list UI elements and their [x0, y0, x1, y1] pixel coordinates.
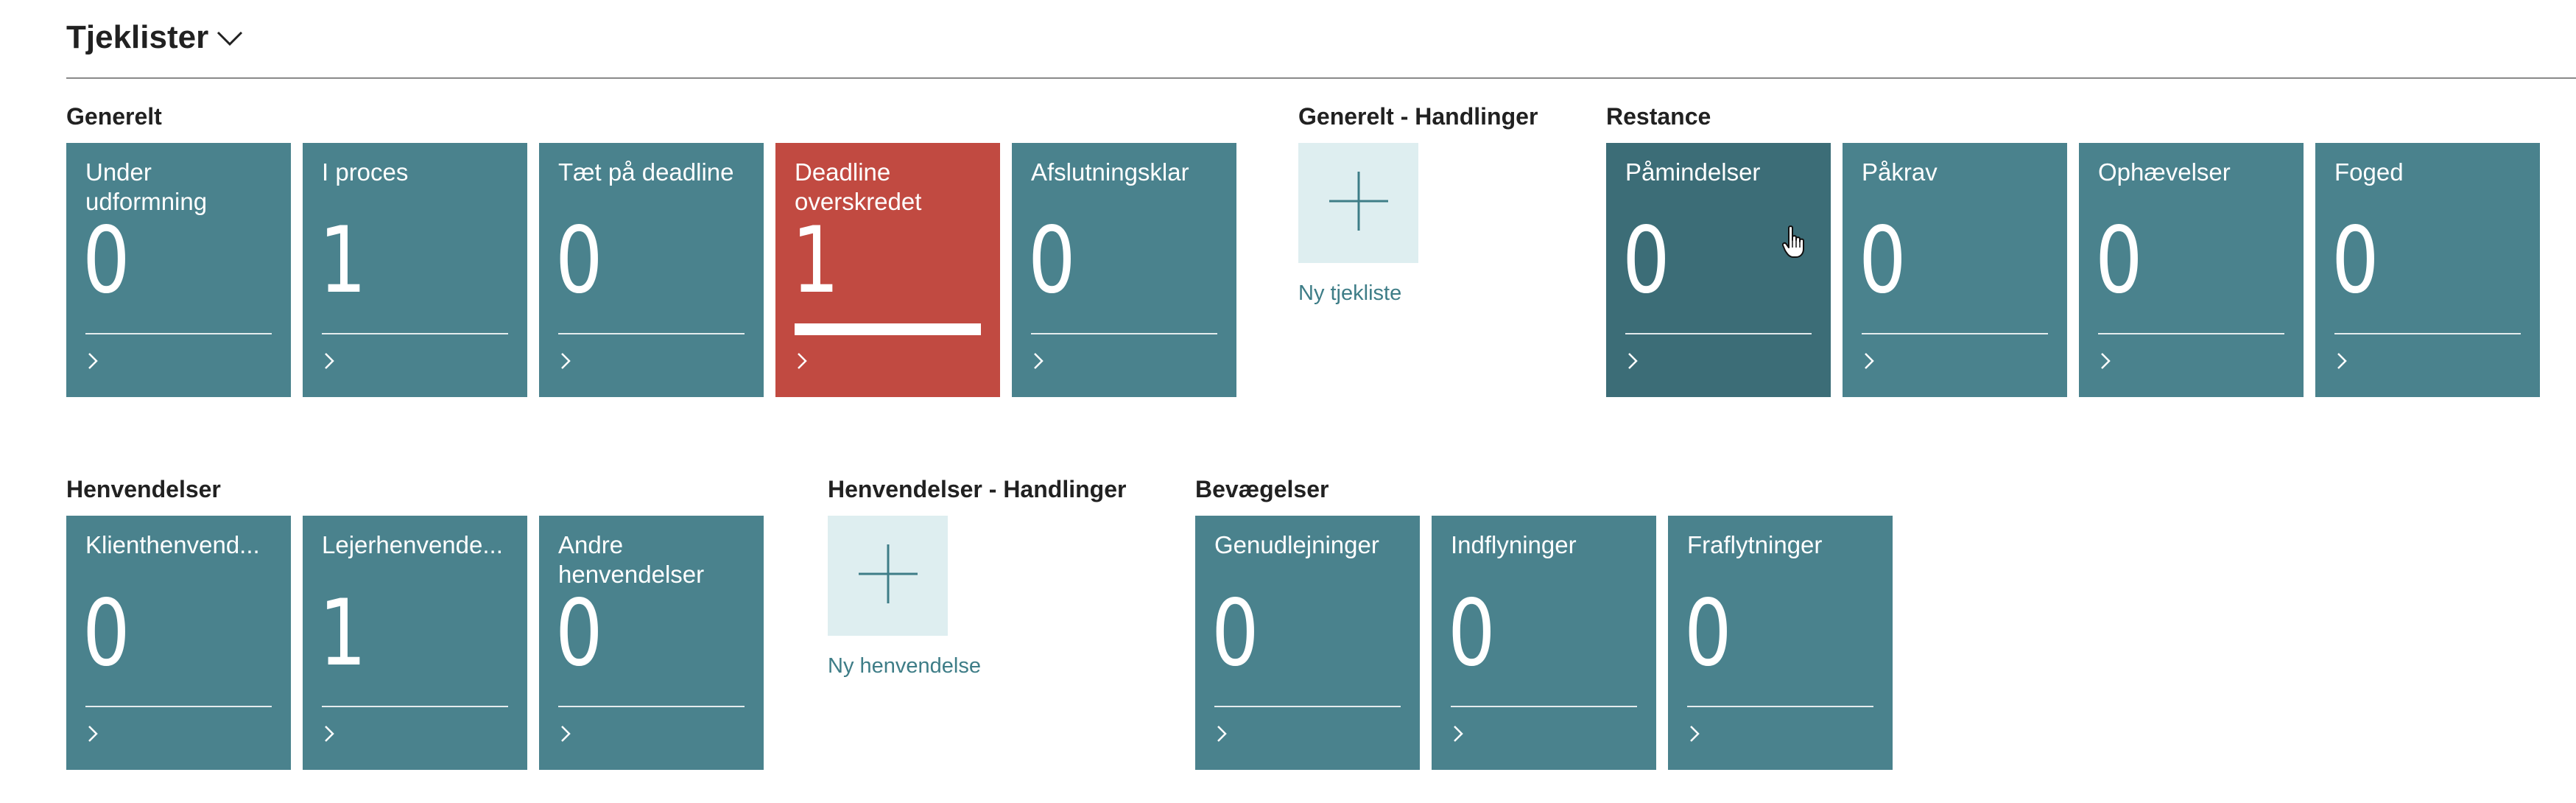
plus-icon: [857, 543, 919, 609]
chevron-right-icon[interactable]: [322, 351, 337, 375]
tile-label: Påkrav: [1862, 158, 1938, 186]
tile-label: Lejerhenvende...: [322, 531, 503, 558]
chevron-right-icon[interactable]: [1625, 351, 1640, 375]
tile-label: Foged: [2334, 158, 2404, 186]
tile-value: 0: [1684, 581, 1732, 687]
tile-label: Indflyninger: [1451, 531, 1577, 558]
tile-value: 0: [1622, 208, 1670, 314]
tile-label: Klienthenvend...: [85, 531, 260, 558]
tile-divider: [1031, 333, 1217, 334]
tile-label: Ophævelser: [2098, 158, 2231, 186]
tile-divider: [2098, 333, 2284, 334]
chevron-right-icon[interactable]: [795, 351, 809, 375]
tile-indflyninger[interactable]: Indflyninger 0: [1432, 516, 1656, 770]
alert-bar: [795, 323, 981, 335]
chevron-right-icon[interactable]: [85, 723, 100, 748]
tile-value: 1: [319, 581, 367, 687]
tile-under-udformning[interactable]: Under udformning 0: [66, 143, 291, 397]
tile-value: 0: [82, 581, 130, 687]
page-header: Tjeklister: [66, 19, 244, 56]
tile-fraflytninger[interactable]: Fraflytninger 0: [1668, 516, 1893, 770]
tile-value: 1: [792, 208, 840, 314]
chevron-right-icon[interactable]: [2098, 351, 2113, 375]
tile-divider: [1214, 706, 1401, 707]
tile-divider: [1625, 333, 1812, 334]
tile-value: 1: [319, 208, 367, 314]
tile-divider: [85, 333, 272, 334]
tile-value: 0: [2332, 208, 2379, 314]
tile-i-proces[interactable]: I proces 1: [303, 143, 527, 397]
tile-divider: [322, 706, 508, 707]
tile-label: Påmindelser: [1625, 158, 1761, 186]
group-title: Generelt - Handlinger: [1298, 103, 1538, 130]
chevron-right-icon[interactable]: [2334, 351, 2349, 375]
group-title: Henvendelser - Handlinger: [828, 476, 1127, 502]
hand-pointer-icon: [1781, 225, 1807, 263]
tile-ophaevelser[interactable]: Ophævelser 0: [2079, 143, 2304, 397]
tile-foged[interactable]: Foged 0: [2315, 143, 2540, 397]
tile-value: 0: [82, 208, 130, 314]
chevron-right-icon[interactable]: [1031, 351, 1046, 375]
tile-divider: [2334, 333, 2521, 334]
tile-label: Fraflytninger: [1687, 531, 1823, 558]
new-inquiry-link[interactable]: Ny henvendelse: [828, 654, 981, 678]
group-title: Bevægelser: [1195, 476, 1329, 502]
tile-label: Genudlejninger: [1214, 531, 1379, 558]
tile-divider: [1862, 333, 2048, 334]
tile-lejerhenvendelser[interactable]: Lejerhenvende... 1: [303, 516, 527, 770]
tile-label: Tæt på deadline: [558, 158, 734, 186]
tile-paamindelser[interactable]: Påmindelser 0: [1606, 143, 1831, 397]
chevron-right-icon[interactable]: [1862, 351, 1876, 375]
tile-genudlejninger[interactable]: Genudlejninger 0: [1195, 516, 1420, 770]
tile-divider: [1687, 706, 1873, 707]
tile-divider: [322, 333, 508, 334]
tile-klienthenvendelser[interactable]: Klienthenvend... 0: [66, 516, 291, 770]
plus-icon: [1328, 170, 1390, 236]
chevron-right-icon[interactable]: [558, 723, 573, 748]
tile-divider: [558, 333, 745, 334]
tile-value: 0: [555, 581, 603, 687]
new-checklist-link[interactable]: Ny tjekliste: [1298, 281, 1401, 306]
tile-value: 0: [1028, 208, 1076, 314]
tile-divider: [558, 706, 745, 707]
chevron-right-icon[interactable]: [1687, 723, 1702, 748]
tile-label: I proces: [322, 158, 409, 186]
tile-divider: [1451, 706, 1637, 707]
tile-taet-paa-deadline[interactable]: Tæt på deadline 0: [539, 143, 764, 397]
chevron-right-icon[interactable]: [558, 351, 573, 375]
tile-value: 0: [1211, 581, 1259, 687]
group-title: Generelt: [66, 103, 162, 130]
chevron-right-icon[interactable]: [85, 351, 100, 375]
tile-paakrav[interactable]: Påkrav 0: [1843, 143, 2067, 397]
tile-value: 0: [1859, 208, 1907, 314]
tile-label: Afslutningsklar: [1031, 158, 1189, 186]
tile-value: 0: [1448, 581, 1496, 687]
tile-divider: [85, 706, 272, 707]
tile-andre-henvendelser[interactable]: Andre henvendelser 0: [539, 516, 764, 770]
chevron-down-icon[interactable]: [216, 29, 244, 51]
tile-deadline-overskredet[interactable]: Deadline overskredet 1: [775, 143, 1000, 397]
group-title: Henvendelser: [66, 476, 221, 502]
page-title[interactable]: Tjeklister: [66, 19, 208, 56]
chevron-right-icon[interactable]: [1451, 723, 1465, 748]
chevron-right-icon[interactable]: [1214, 723, 1229, 748]
add-inquiry-button[interactable]: [828, 516, 948, 636]
group-title: Restance: [1606, 103, 1711, 130]
add-checklist-button[interactable]: [1298, 143, 1418, 263]
header-divider: [66, 77, 2576, 79]
tile-value: 0: [2095, 208, 2143, 314]
tile-afslutningsklar[interactable]: Afslutningsklar 0: [1012, 143, 1236, 397]
chevron-right-icon[interactable]: [322, 723, 337, 748]
tile-value: 0: [555, 208, 603, 314]
